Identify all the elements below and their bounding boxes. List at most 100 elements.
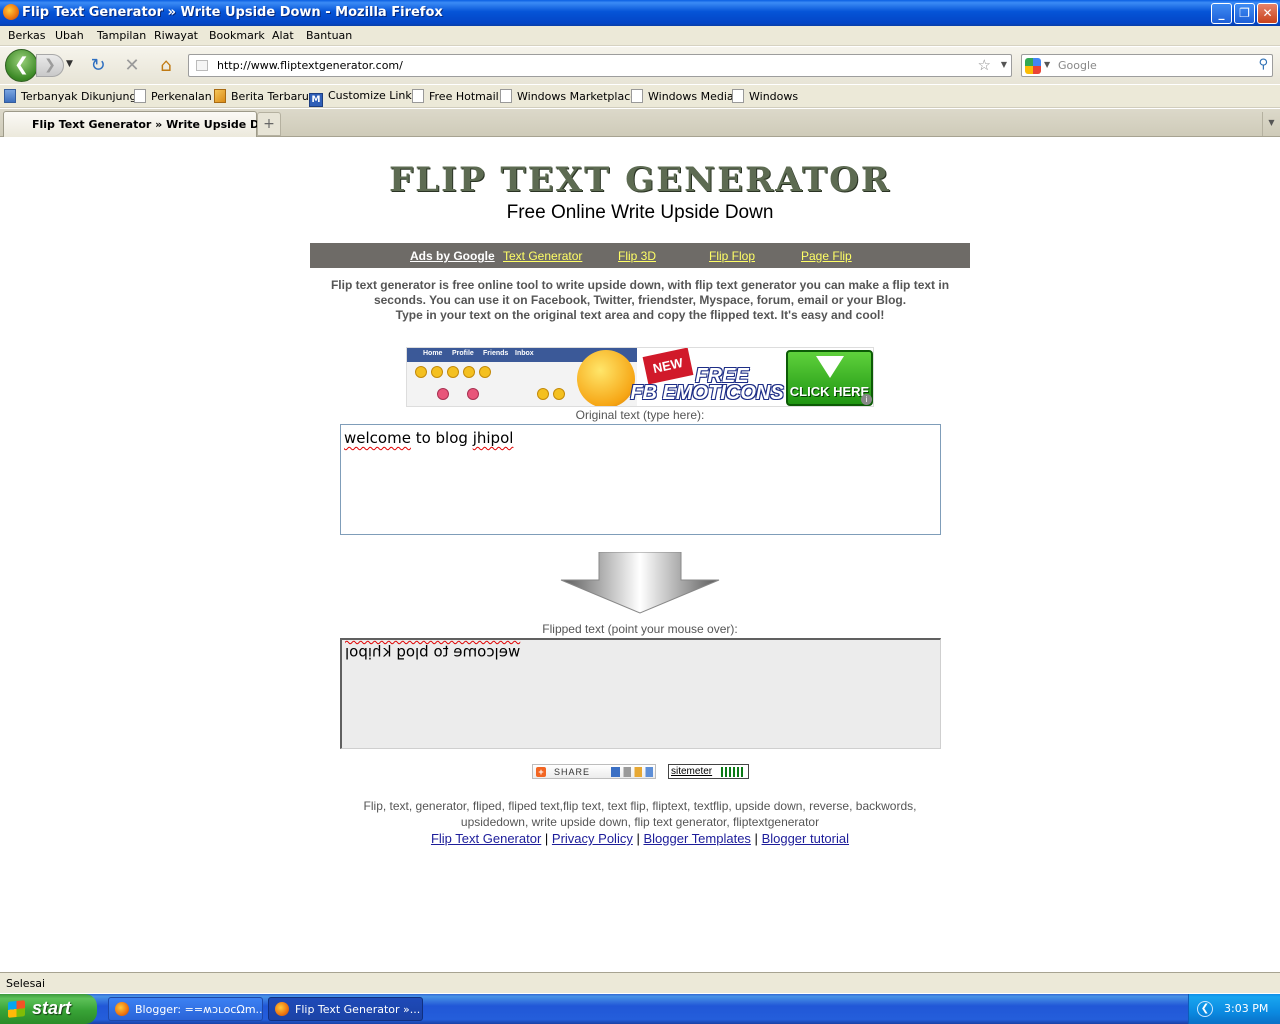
menu-bookmark[interactable]: Bookmark: [209, 29, 265, 42]
favicon: [10, 118, 24, 132]
back-button[interactable]: ❮: [5, 49, 38, 82]
site-title: FLIP TEXT GENERATOR: [389, 160, 891, 200]
msn-icon: M: [309, 93, 323, 107]
search-icon[interactable]: ⚲: [1258, 57, 1268, 72]
footer-link-privacy-policy[interactable]: Privacy Policy: [552, 831, 633, 846]
flipped-text: lodiɥʞ ƃolq oʇ ǝɯoɔlǝʍ: [345, 644, 521, 662]
taskbar-item-flip-text-generator[interactable]: Flip Text Generator »...: [268, 997, 423, 1021]
windows-logo-icon: [8, 1000, 25, 1018]
google-engine-icon[interactable]: [1025, 58, 1041, 74]
misspelled-word: jhipol: [472, 429, 514, 447]
nav-flip-flop[interactable]: Flip Flop: [709, 249, 755, 263]
start-button[interactable]: start: [0, 994, 97, 1024]
footer-link-blogger-templates[interactable]: Blogger Templates: [643, 831, 750, 846]
forward-button[interactable]: ❯: [36, 54, 64, 77]
new-tab-button[interactable]: +: [257, 112, 281, 136]
smiley-icon: [479, 366, 491, 378]
firefox-icon: [3, 4, 19, 20]
search-bar[interactable]: ▼ Google ⚲: [1021, 54, 1273, 77]
smiley-icon: [415, 366, 427, 378]
page-icon: [732, 89, 744, 103]
folder-icon: [4, 89, 16, 103]
url-dropdown-icon[interactable]: ▼: [1001, 60, 1007, 69]
flipped-text-label: Flipped text (point your mouse over):: [542, 622, 738, 636]
keywords-text: Flip, text, generator, fliped, fliped te…: [363, 799, 917, 829]
intro-text: Flip text generator is free online tool …: [330, 278, 950, 322]
taskbar-item-blogger[interactable]: Blogger: ==ʍɔʟocΩm...: [108, 997, 263, 1021]
footer-link-blogger-tutorial[interactable]: Blogger tutorial: [762, 831, 849, 846]
bookmark-item[interactable]: Terbanyak Dikunjungi: [4, 89, 140, 103]
nav-flip-3d[interactable]: Flip 3D: [618, 249, 656, 263]
home-icon[interactable]: ⌂: [155, 56, 177, 76]
sitemeter-bars-icon: [721, 767, 745, 777]
fb-emoticons-banner-ad[interactable]: Home Profile Friends Inbox NEW FREE FB E…: [406, 347, 874, 407]
tab-list-dropdown-icon[interactable]: ▼: [1262, 112, 1280, 136]
share-button[interactable]: + SHARE: [532, 764, 656, 779]
menu-tampilan[interactable]: Tampilan: [97, 29, 146, 42]
navigation-toolbar: ❮ ❯ ▼ ↻ ✕ ⌂ http://www.fliptextgenerator…: [0, 47, 1280, 84]
reload-icon[interactable]: ↻: [87, 56, 109, 76]
promo-text: FREE FB EMOTICONS: [630, 365, 784, 404]
nav-text-generator[interactable]: Text Generator: [503, 249, 582, 263]
share-plus-icon: +: [536, 767, 546, 777]
smiley-icon: [431, 366, 443, 378]
page-icon: [631, 89, 643, 103]
footer-link-flip-text-generator[interactable]: Flip Text Generator: [431, 831, 541, 846]
bookmark-item[interactable]: Windows: [732, 89, 798, 103]
stop-icon[interactable]: ✕: [121, 56, 143, 76]
flipped-text-area[interactable]: lodiɥʞ ƃolq oʇ ǝɯoɔlǝʍ: [340, 638, 941, 749]
page-content: FLIP TEXT GENERATOR Free Online Write Up…: [0, 138, 1280, 972]
page-icon: [134, 89, 146, 103]
smiley-icon: [447, 366, 459, 378]
firefox-icon: [115, 1002, 129, 1016]
ad-info-icon[interactable]: i: [861, 394, 872, 405]
menu-riwayat[interactable]: Riwayat: [154, 29, 198, 42]
tab-flip-text-generator[interactable]: Flip Text Generator » Write Upside D...: [3, 111, 272, 137]
share-service-icons: [611, 767, 653, 777]
system-tray: ❮ 3:03 PM: [1188, 994, 1280, 1024]
search-input[interactable]: Google: [1058, 59, 1097, 72]
menu-berkas[interactable]: Berkas: [8, 29, 46, 42]
smiley-icon: [537, 388, 549, 400]
minimize-button[interactable]: _: [1211, 3, 1232, 24]
firefox-icon: [275, 1002, 289, 1016]
menu-ubah[interactable]: Ubah: [55, 29, 84, 42]
history-dropdown-icon[interactable]: ▼: [66, 59, 73, 69]
original-text-label: Original text (type here):: [575, 408, 705, 422]
engine-dropdown-icon[interactable]: ▼: [1044, 60, 1050, 69]
page-icon: [500, 89, 512, 103]
bookmark-star-icon[interactable]: ☆: [978, 56, 991, 74]
lips-icon: [467, 388, 479, 400]
bookmark-item[interactable]: Perkenalan: [134, 89, 212, 103]
click-here-button[interactable]: CLICK HERE: [786, 350, 873, 406]
url-text[interactable]: http://www.fliptextgenerator.com/: [217, 59, 403, 72]
bookmark-item[interactable]: Berita Terbaru: [214, 89, 309, 103]
tab-strip: Flip Text Generator » Write Upside D... …: [0, 109, 1280, 137]
smiley-icon: [553, 388, 565, 400]
close-button[interactable]: ✕: [1257, 3, 1278, 24]
page-icon: [412, 89, 424, 103]
bookmark-item[interactable]: Windows Marketplace: [500, 89, 637, 103]
footer-links: Flip Text Generator | Privacy Policy | B…: [430, 831, 850, 846]
status-text: Selesai: [6, 977, 46, 990]
menu-alat[interactable]: Alat: [272, 29, 294, 42]
sitemeter-badge[interactable]: sitemeter: [668, 764, 749, 779]
nav-page-flip[interactable]: Page Flip: [801, 249, 852, 263]
site-subtitle: Free Online Write Upside Down: [506, 202, 774, 223]
clock[interactable]: 3:03 PM: [1224, 1002, 1268, 1015]
ads-by-google-link[interactable]: Ads by Google: [410, 249, 495, 263]
window-title-bar[interactable]: Flip Text Generator » Write Upside Down …: [0, 0, 1280, 26]
smiley-icon: [463, 366, 475, 378]
window-title: Flip Text Generator » Write Upside Down …: [22, 5, 443, 20]
original-text-area[interactable]: welcome to blog jhipol: [340, 424, 941, 535]
bookmarks-toolbar: Terbanyak Dikunjungi Perkenalan Berita T…: [0, 85, 1280, 108]
page-icon: [196, 60, 208, 71]
url-bar[interactable]: http://www.fliptextgenerator.com/ ☆ ▼: [188, 54, 1012, 77]
bookmark-item[interactable]: M Customize Links: [309, 89, 418, 107]
show-hidden-icons-icon[interactable]: ❮: [1197, 1001, 1213, 1017]
bookmark-item[interactable]: Windows Media: [631, 89, 734, 103]
status-bar: Selesai: [0, 972, 1280, 993]
restore-button[interactable]: ❐: [1234, 3, 1255, 24]
menu-bantuan[interactable]: Bantuan: [306, 29, 352, 42]
bookmark-item[interactable]: Free Hotmail: [412, 89, 499, 103]
